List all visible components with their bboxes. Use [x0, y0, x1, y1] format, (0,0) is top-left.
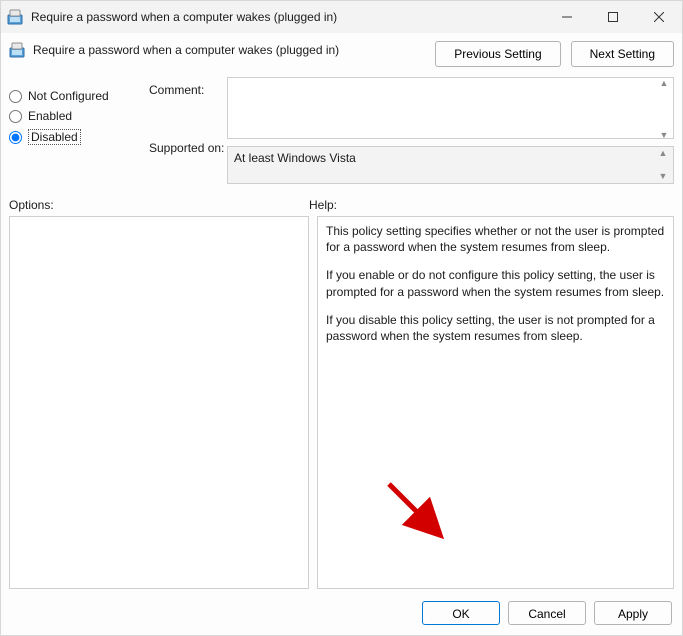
policy-title: Require a password when a computer wakes… — [33, 41, 425, 57]
config-area: Not Configured Enabled Disabled Comment:… — [1, 77, 682, 192]
up-arrow-icon: ▲ — [655, 149, 671, 158]
radio-not-configured[interactable]: Not Configured — [9, 89, 149, 103]
radio-enabled-input[interactable] — [9, 110, 22, 123]
comment-scroll[interactable]: ▲ ▼ — [656, 79, 672, 140]
options-pane[interactable] — [9, 216, 309, 589]
help-label: Help: — [309, 198, 337, 212]
window-title: Require a password when a computer wakes… — [31, 10, 544, 24]
policy-page-icon — [9, 42, 25, 61]
help-paragraph: If you enable or do not configure this p… — [326, 267, 665, 299]
down-arrow-icon: ▼ — [656, 131, 672, 140]
title-bar: Require a password when a computer wakes… — [1, 1, 682, 33]
cancel-button[interactable]: Cancel — [508, 601, 586, 625]
minimize-button[interactable] — [544, 1, 590, 33]
help-pane[interactable]: This policy setting specifies whether or… — [317, 216, 674, 589]
apply-button[interactable]: Apply — [594, 601, 672, 625]
close-button[interactable] — [636, 1, 682, 33]
options-label: Options: — [9, 198, 309, 212]
footer: OK Cancel Apply — [1, 593, 682, 635]
next-setting-button[interactable]: Next Setting — [571, 41, 674, 67]
policy-app-icon — [7, 9, 23, 25]
supported-on-label: Supported on: — [149, 141, 227, 155]
radio-not-configured-label: Not Configured — [28, 89, 109, 103]
comment-field[interactable] — [227, 77, 674, 139]
supported-on-value: At least Windows Vista — [234, 151, 356, 165]
previous-setting-button[interactable]: Previous Setting — [435, 41, 560, 67]
radio-enabled-label: Enabled — [28, 109, 72, 123]
comment-label: Comment: — [149, 83, 227, 141]
state-radio-group: Not Configured Enabled Disabled — [9, 77, 149, 184]
up-arrow-icon: ▲ — [656, 79, 672, 88]
field-values: ▲ ▼ At least Windows Vista ▲ ▼ — [227, 77, 674, 184]
supported-on-field: At least Windows Vista ▲ ▼ — [227, 146, 674, 184]
maximize-button[interactable] — [590, 1, 636, 33]
radio-disabled-label: Disabled — [28, 129, 81, 145]
panes: This policy setting specifies whether or… — [1, 216, 682, 593]
down-arrow-icon: ▼ — [655, 172, 671, 181]
field-labels: Comment: Supported on: — [149, 77, 227, 184]
help-paragraph: This policy setting specifies whether or… — [326, 223, 665, 255]
ok-button[interactable]: OK — [422, 601, 500, 625]
help-paragraph: If you disable this policy setting, the … — [326, 312, 665, 344]
radio-not-configured-input[interactable] — [9, 90, 22, 103]
header-row: Require a password when a computer wakes… — [1, 33, 682, 77]
supported-scroll[interactable]: ▲ ▼ — [655, 149, 671, 181]
radio-enabled[interactable]: Enabled — [9, 109, 149, 123]
section-labels: Options: Help: — [1, 192, 682, 216]
radio-disabled[interactable]: Disabled — [9, 129, 149, 145]
radio-disabled-input[interactable] — [9, 131, 22, 144]
